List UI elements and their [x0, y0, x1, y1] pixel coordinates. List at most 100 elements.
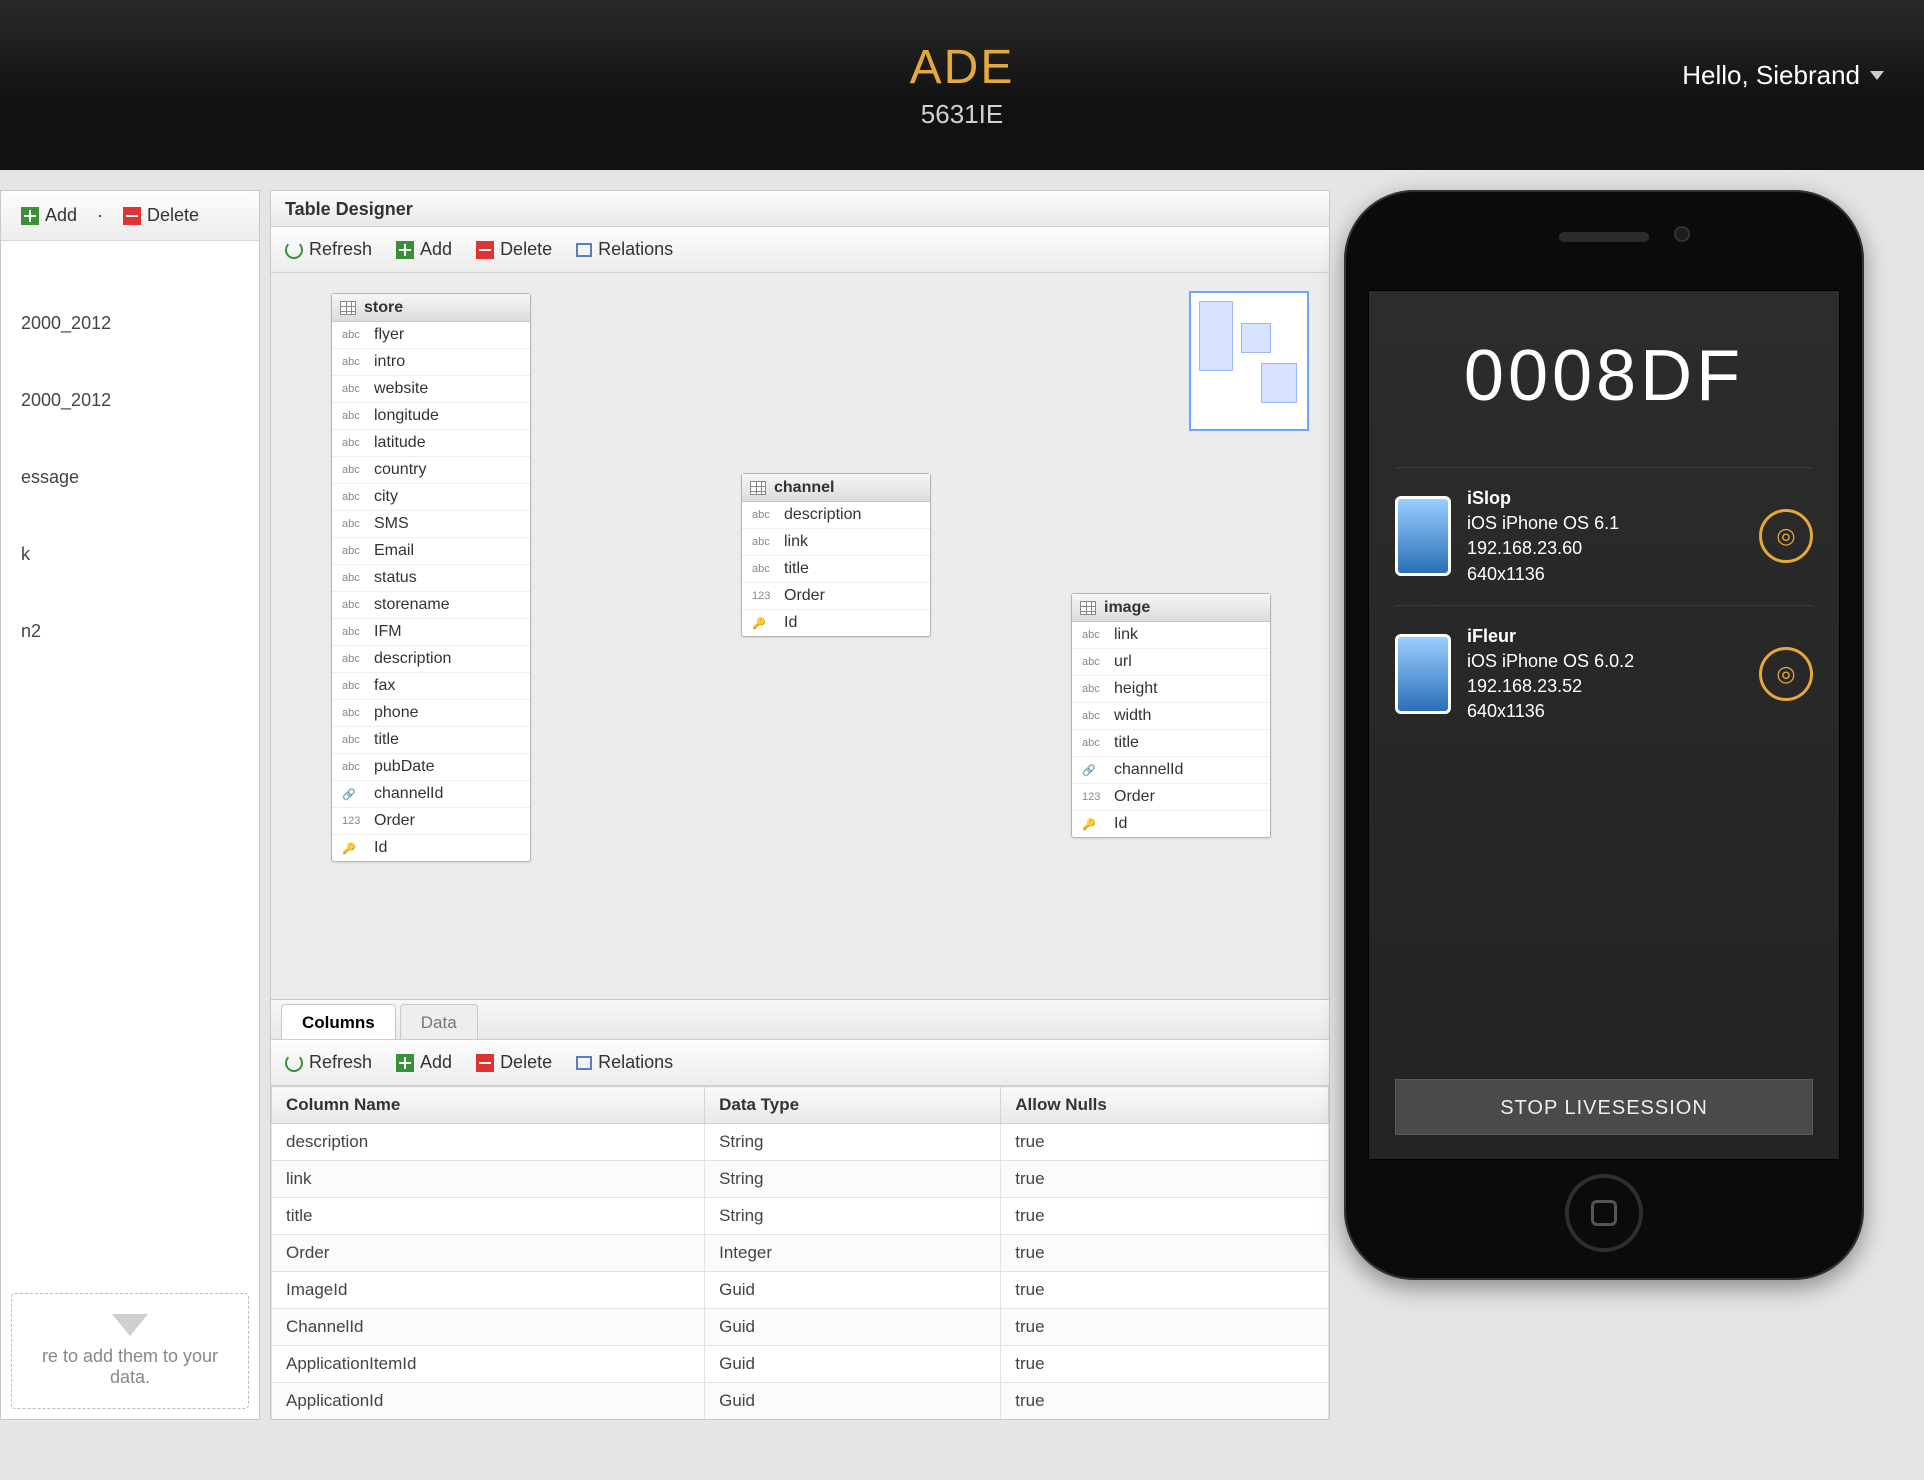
plus-icon [396, 241, 414, 259]
detail-panel: Columns Data Refresh Add Delete Relation… [271, 999, 1329, 1419]
delete-button[interactable]: Delete [476, 239, 552, 260]
entity-field[interactable]: abcfax [332, 673, 530, 700]
plus-icon [21, 207, 39, 225]
session-code: 0008DF [1395, 335, 1813, 417]
table-row[interactable]: ChannelIdGuidtrue [272, 1309, 1329, 1346]
table-row[interactable]: descriptionStringtrue [272, 1124, 1329, 1161]
lock-badge-icon[interactable]: ◎ [1759, 647, 1813, 701]
device-thumb-icon [1395, 496, 1451, 576]
col-header-nulls[interactable]: Allow Nulls [1001, 1087, 1329, 1124]
entity-field[interactable]: abctitle [1072, 730, 1270, 757]
table-row[interactable]: ApplicationIdGuidtrue [272, 1383, 1329, 1420]
minus-icon [476, 241, 494, 259]
entity-field[interactable]: abcheight [1072, 676, 1270, 703]
table-icon [750, 481, 766, 495]
left-panel: Add · Delete 2000_2012 2000_2012 essage … [0, 190, 260, 1420]
table-designer-panel: Table Designer Refresh Add Delete Relati… [270, 190, 1330, 1420]
entity-field[interactable]: abclink [742, 529, 930, 556]
entity-store[interactable]: store abcflyerabcintroabcwebsiteabclongi… [331, 293, 531, 862]
entity-field[interactable]: abcdescription [742, 502, 930, 529]
entity-channel[interactable]: channel abcdescriptionabclinkabctitle123… [741, 473, 931, 637]
panel-title: Table Designer [271, 191, 1329, 227]
entity-field[interactable]: abcstatus [332, 565, 530, 592]
entity-field[interactable]: abcphone [332, 700, 530, 727]
relations-icon [576, 1056, 592, 1070]
entity-image[interactable]: image abclinkabcurlabcheightabcwidthabct… [1071, 593, 1271, 838]
table-row[interactable]: linkStringtrue [272, 1161, 1329, 1198]
entity-field[interactable]: 123Order [1072, 784, 1270, 811]
tab-data[interactable]: Data [400, 1004, 478, 1039]
entity-field[interactable]: 🔑Id [332, 835, 530, 861]
entity-field[interactable]: 🔑Id [742, 610, 930, 636]
tree-item[interactable]: 2000_2012 [21, 313, 239, 334]
refresh-button[interactable]: Refresh [285, 239, 372, 260]
add-button[interactable]: Add [396, 239, 452, 260]
columns-grid[interactable]: Column Name Data Type Allow Nulls descri… [271, 1086, 1329, 1419]
entity-field[interactable]: abclatitude [332, 430, 530, 457]
entity-field[interactable]: abcIFM [332, 619, 530, 646]
left-delete-button[interactable]: Delete [123, 205, 199, 226]
entity-field[interactable]: 🔑Id [1072, 811, 1270, 837]
table-row[interactable]: ApplicationItemIdGuidtrue [272, 1346, 1329, 1383]
entity-field[interactable]: abcwidth [1072, 703, 1270, 730]
user-menu[interactable]: Hello, Siebrand [1682, 60, 1884, 91]
tree-item[interactable]: k [21, 544, 239, 565]
stop-session-button[interactable]: STOP LIVESESSION [1395, 1079, 1813, 1135]
detail-relations-button[interactable]: Relations [576, 1052, 673, 1073]
entity-field[interactable]: abctitle [332, 727, 530, 754]
entity-field[interactable]: 123Order [742, 583, 930, 610]
entity-field[interactable]: abcwebsite [332, 376, 530, 403]
entity-field[interactable]: 123Order [332, 808, 530, 835]
detail-refresh-button[interactable]: Refresh [285, 1052, 372, 1073]
arrow-down-icon [112, 1314, 148, 1336]
app-header: ADE 5631IE Hello, Siebrand [0, 0, 1924, 170]
lock-badge-icon[interactable]: ◎ [1759, 509, 1813, 563]
detail-delete-button[interactable]: Delete [476, 1052, 552, 1073]
device-row[interactable]: iSlop iOS iPhone OS 6.1 192.168.23.60 64… [1395, 467, 1813, 605]
left-add-button[interactable]: Add [21, 205, 77, 226]
schema-canvas[interactable]: store abcflyerabcintroabcwebsiteabclongi… [271, 273, 1329, 999]
entity-title: image [1104, 599, 1150, 617]
refresh-icon [285, 1054, 303, 1072]
entity-field[interactable]: abcflyer [332, 322, 530, 349]
entity-field[interactable]: 🔗channelId [332, 781, 530, 808]
left-add-label: Add [45, 205, 77, 226]
table-row[interactable]: ImageIdGuidtrue [272, 1272, 1329, 1309]
home-button[interactable] [1565, 1174, 1643, 1252]
drop-hint-text: re to add them to your data. [42, 1346, 218, 1387]
entity-field[interactable]: abcpubDate [332, 754, 530, 781]
table-icon [340, 301, 356, 315]
tree-item[interactable]: n2 [21, 621, 239, 642]
entity-field[interactable]: abcdescription [332, 646, 530, 673]
chevron-down-icon [1870, 71, 1884, 80]
detail-toolbar: Refresh Add Delete Relations [271, 1040, 1329, 1086]
col-header-name[interactable]: Column Name [272, 1087, 705, 1124]
relations-button[interactable]: Relations [576, 239, 673, 260]
entity-field[interactable]: abctitle [742, 556, 930, 583]
tab-columns[interactable]: Columns [281, 1004, 396, 1039]
tree-item[interactable]: essage [21, 467, 239, 488]
device-row[interactable]: iFleur iOS iPhone OS 6.0.2 192.168.23.52… [1395, 605, 1813, 743]
minus-icon [123, 207, 141, 225]
entity-field[interactable]: abclongitude [332, 403, 530, 430]
tree-item[interactable]: 2000_2012 [21, 390, 239, 411]
entity-field[interactable]: abcstorename [332, 592, 530, 619]
detail-add-button[interactable]: Add [396, 1052, 452, 1073]
phone-screen: 0008DF iSlop iOS iPhone OS 6.1 192.168.2… [1368, 290, 1840, 1160]
entity-field[interactable]: abclink [1072, 622, 1270, 649]
entity-field[interactable]: abccountry [332, 457, 530, 484]
entity-field[interactable]: 🔗channelId [1072, 757, 1270, 784]
col-header-type[interactable]: Data Type [705, 1087, 1001, 1124]
entity-field[interactable]: abcintro [332, 349, 530, 376]
entity-field[interactable]: abcSMS [332, 511, 530, 538]
entity-field[interactable]: abcEmail [332, 538, 530, 565]
entity-field[interactable]: abccity [332, 484, 530, 511]
relations-icon [576, 243, 592, 257]
drop-target[interactable]: re to add them to your data. [11, 1293, 249, 1409]
left-delete-label: Delete [147, 205, 199, 226]
minimap[interactable] [1189, 291, 1309, 431]
entity-field[interactable]: abcurl [1072, 649, 1270, 676]
table-row[interactable]: titleStringtrue [272, 1198, 1329, 1235]
table-row[interactable]: OrderIntegertrue [272, 1235, 1329, 1272]
refresh-icon [285, 241, 303, 259]
